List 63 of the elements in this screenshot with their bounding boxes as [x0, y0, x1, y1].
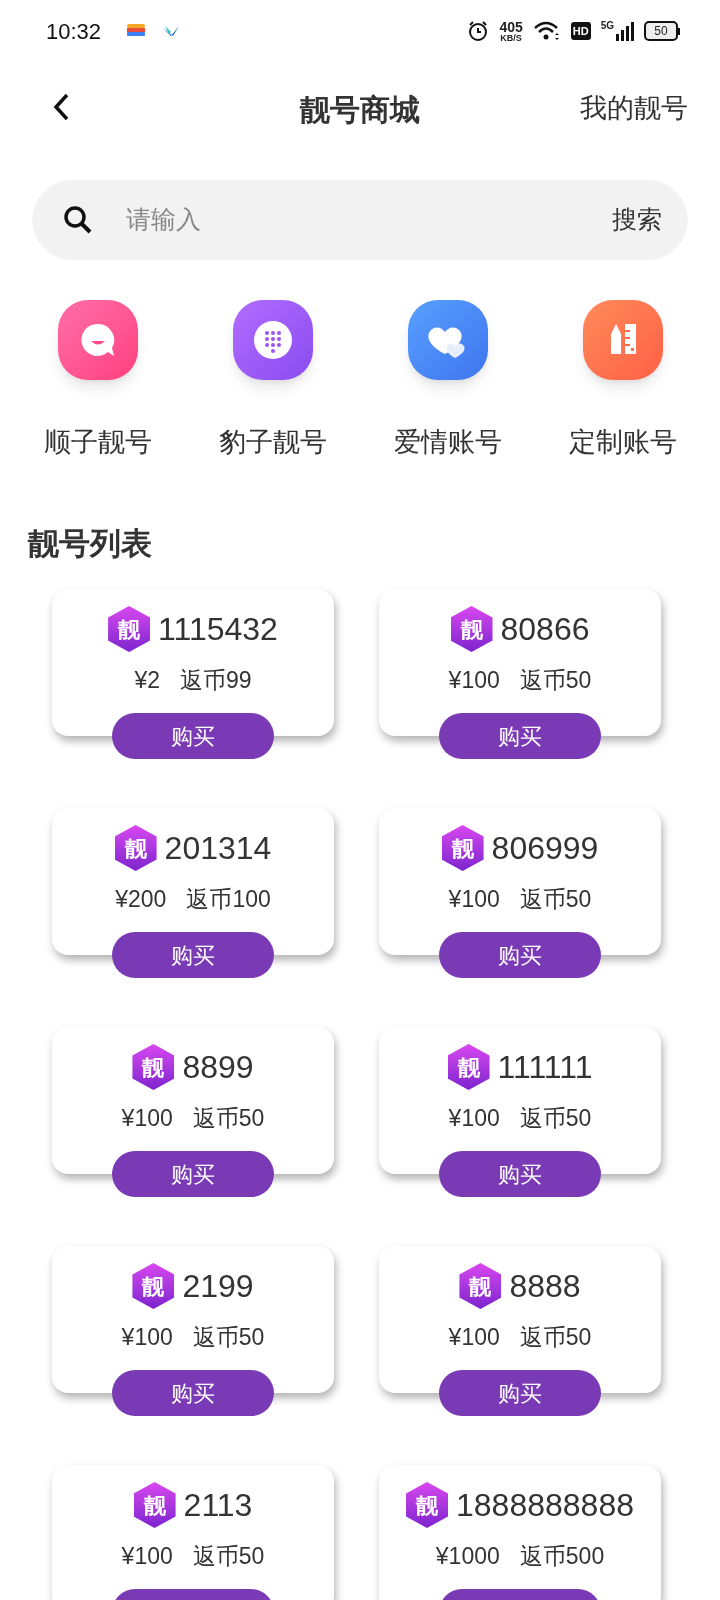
buy-button[interactable]: 购买	[439, 1151, 601, 1197]
buy-button[interactable]: 购买	[439, 713, 601, 759]
coin-rebate: 返币100	[186, 885, 271, 914]
number-badge: 靓	[406, 1482, 448, 1528]
coin-rebate: 返币50	[192, 1104, 265, 1133]
speed-unit: KB/S	[500, 33, 522, 43]
search-bar[interactable]: 请输入 搜索	[32, 180, 688, 260]
price: ¥100	[448, 1104, 500, 1133]
price: ¥100	[121, 1104, 173, 1133]
number-badge: 靓	[447, 1044, 490, 1090]
phone-number: 1888888888	[456, 1486, 634, 1525]
price: ¥100	[448, 1323, 500, 1352]
phone-number: 111111	[497, 1048, 593, 1087]
coin-rebate: 返币99	[180, 666, 252, 695]
number-badge: 靓	[459, 1263, 502, 1309]
buy-button[interactable]: 购买	[112, 932, 274, 978]
coin-rebate: 返币50	[519, 885, 592, 914]
search-button[interactable]: 搜索	[612, 201, 662, 239]
buy-button[interactable]: 购买	[112, 1151, 274, 1197]
price: ¥100	[121, 1323, 173, 1352]
phone-number: 8899	[182, 1048, 254, 1087]
phone-number: 2199	[182, 1267, 254, 1306]
coin-rebate: 返币50	[192, 1542, 265, 1571]
price: ¥100	[448, 885, 500, 914]
coin-rebate: 返币50	[519, 666, 592, 695]
coin-rebate: 返币500	[519, 1542, 605, 1571]
price: ¥200	[115, 885, 167, 914]
price: ¥1000	[435, 1542, 500, 1571]
buy-button[interactable]: 购买	[439, 1370, 601, 1416]
category-item[interactable]: 爱情账号	[360, 300, 535, 463]
number-badge: 靓	[133, 1482, 176, 1528]
page-title: 靓号商城	[300, 91, 420, 128]
price: ¥100	[448, 666, 500, 695]
phone-number: 806999	[491, 829, 599, 868]
category-item[interactable]: 定制账号	[535, 300, 710, 463]
status-time: 10:32	[46, 17, 102, 46]
number-badge: 靓	[108, 606, 151, 652]
hd-badge: HD	[570, 22, 591, 40]
number-badge: 靓	[132, 1044, 175, 1090]
buy-button[interactable]: 购买	[439, 932, 601, 978]
coin-rebate: 返币50	[519, 1323, 592, 1352]
phone-number: 80866	[500, 610, 590, 649]
price: ¥100	[121, 1542, 173, 1571]
battery-indicator: 50	[644, 21, 678, 41]
buy-button[interactable]: 购买	[112, 713, 274, 759]
phone-number: 8888	[509, 1267, 581, 1306]
number-badge: 靓	[450, 606, 493, 652]
price: ¥2	[134, 666, 160, 695]
category-item[interactable]: 顺子靓号	[10, 300, 185, 463]
section-title: 靓号列表	[26, 524, 153, 563]
buy-button[interactable]: 购买	[112, 1370, 274, 1416]
network-type: 5G	[600, 21, 614, 31]
number-badge: 靓	[132, 1263, 175, 1309]
number-badge: 靓	[441, 825, 484, 871]
coin-rebate: 返币50	[192, 1323, 265, 1352]
category-item[interactable]: 豹子靓号	[185, 300, 360, 463]
phone-number: 2113	[183, 1486, 253, 1525]
network-speed: 405	[499, 19, 523, 34]
phone-number: 201314	[164, 829, 272, 868]
number-badge: 靓	[114, 825, 157, 871]
my-numbers-link[interactable]: 我的靓号	[580, 88, 688, 129]
phone-number: 1115432	[158, 610, 278, 649]
coin-rebate: 返币50	[519, 1104, 592, 1133]
